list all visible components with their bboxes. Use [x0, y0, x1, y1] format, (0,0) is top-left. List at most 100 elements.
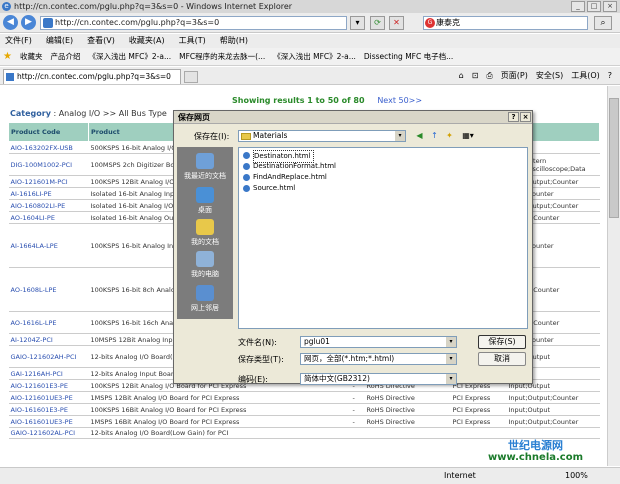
- product-code-link[interactable]: GAI-1216AH-PCI: [8, 367, 89, 380]
- page-icon: [6, 73, 14, 81]
- new-folder-icon[interactable]: ✦: [444, 130, 455, 141]
- product-code-link[interactable]: AI-1664LA-LPE: [8, 223, 89, 268]
- product-code-link[interactable]: AIO-163202FX-USB: [8, 141, 89, 154]
- forward-button[interactable]: ▶: [21, 15, 36, 30]
- place-desktop[interactable]: 桌面: [177, 187, 233, 215]
- my-computer-icon: [196, 251, 214, 267]
- search-input[interactable]: G 康泰克: [423, 16, 588, 30]
- menu-view[interactable]: 查看(V): [87, 34, 115, 48]
- place-computer[interactable]: 我的电脑: [177, 251, 233, 279]
- category-label: Category: [10, 109, 51, 118]
- file-item[interactable]: FindAndReplace.html: [242, 172, 524, 183]
- dialog-close-button[interactable]: ×: [520, 112, 531, 122]
- product-code-link[interactable]: AIO-121601E3-PE: [8, 379, 89, 392]
- dialog-help-button[interactable]: ?: [508, 112, 519, 122]
- product-code-link[interactable]: AO-1608L-LPE: [8, 267, 89, 312]
- menu-help[interactable]: 帮助(H): [220, 34, 248, 48]
- product-code-link[interactable]: GAIO-121602AH-PCI: [8, 345, 89, 368]
- back-icon[interactable]: ◀: [414, 130, 425, 141]
- favorite-item[interactable]: Dissecting MFC 电子档...: [364, 51, 453, 62]
- product-code-link[interactable]: AIO-121601UE3-PE: [8, 391, 89, 404]
- maximize-button[interactable]: □: [587, 1, 601, 12]
- scrollbar-thumb[interactable]: [609, 98, 619, 218]
- table-cell: PCI Express: [450, 391, 507, 404]
- product-code-link[interactable]: AI-1204Z-PCI: [8, 333, 89, 346]
- save-in-select[interactable]: Materials ▾: [238, 130, 406, 142]
- url-text: http://cn.contec.com/pglu.php?q=3&s=0: [55, 18, 220, 27]
- product-code-link[interactable]: AIO-161601UE3-PE: [8, 415, 89, 428]
- save-button[interactable]: 保存(S): [478, 335, 526, 349]
- product-code-link[interactable]: AO-1604LI-PE: [8, 211, 89, 224]
- menu-tools[interactable]: 工具(T): [179, 34, 206, 48]
- product-code-link[interactable]: AI-1616LI-PE: [8, 187, 89, 200]
- favorite-item[interactable]: 产品介绍: [50, 51, 80, 62]
- encoding-value: 简体中文(GB2312): [304, 374, 370, 383]
- tab-current[interactable]: http://cn.contec.com/pglu.php?q=3&s=0: [3, 69, 181, 84]
- page-menu-button[interactable]: 页面(P): [501, 70, 528, 82]
- file-list[interactable]: Destinaton.html DestinationFormat.html F…: [238, 147, 528, 329]
- table-cell: RoHS Directive: [364, 391, 451, 404]
- product-code-link[interactable]: AIO-160802LI-PE: [8, 199, 89, 212]
- minimize-button[interactable]: _: [571, 1, 585, 12]
- close-window-button[interactable]: ×: [603, 1, 617, 12]
- vertical-scrollbar[interactable]: [607, 86, 620, 466]
- column-header: Product Code: [8, 122, 89, 142]
- url-input[interactable]: http://cn.contec.com/pglu.php?q=3&s=0: [40, 16, 347, 30]
- folder-icon: [241, 133, 251, 140]
- encoding-select[interactable]: 简体中文(GB2312) ▾: [300, 373, 457, 385]
- file-item[interactable]: Source.html: [242, 183, 524, 194]
- safety-menu-button[interactable]: 安全(S): [536, 70, 563, 82]
- tools-menu-button[interactable]: 工具(O): [571, 70, 600, 82]
- search-button[interactable]: ⌕: [594, 16, 612, 30]
- file-item[interactable]: DestinationFormat.html: [242, 161, 524, 172]
- up-folder-icon[interactable]: ↑: [429, 130, 440, 141]
- favorite-item[interactable]: 《深入浅出 MFC》2-a...: [273, 51, 356, 62]
- home-icon[interactable]: ⌂: [459, 70, 464, 82]
- new-tab-button[interactable]: [184, 71, 198, 83]
- table-cell: -: [350, 391, 365, 404]
- table-cell: 100KSPS 16Bit Analog I/O Board for PCI E…: [88, 403, 351, 416]
- watermark: 世纪电源网 www.chnela.com: [488, 440, 583, 464]
- address-dropdown-button[interactable]: ▾: [350, 16, 365, 30]
- filetype-value: 网页，全部(*.htm;*.html): [304, 354, 395, 363]
- back-button[interactable]: ◀: [3, 15, 18, 30]
- file-item[interactable]: Destinaton.html: [242, 150, 524, 163]
- table-cell: PCI Express: [450, 415, 507, 428]
- print-icon[interactable]: ⎙: [486, 70, 492, 82]
- place-recent[interactable]: 我最近的文档: [177, 153, 233, 181]
- menu-favorites[interactable]: 收藏夹(A): [129, 34, 165, 48]
- place-documents[interactable]: 我的文档: [177, 219, 233, 247]
- help-icon[interactable]: ?: [608, 70, 612, 82]
- cancel-button[interactable]: 取消: [478, 352, 526, 366]
- table-cell: -: [350, 415, 365, 428]
- menu-file[interactable]: 文件(F): [5, 34, 32, 48]
- results-summary: Showing results 1 to 50 of 80 Next 50>>: [232, 96, 422, 105]
- view-menu-icon[interactable]: ▦▾: [459, 130, 477, 141]
- favorite-item[interactable]: 《深入浅出 MFC》2-a...: [88, 51, 171, 62]
- product-code-link[interactable]: AIO-121601M-PCI: [8, 175, 89, 188]
- place-network[interactable]: 网上邻居: [177, 285, 233, 313]
- place-label: 网上邻居: [191, 304, 219, 312]
- product-code-link[interactable]: AIO-161601E3-PE: [8, 403, 89, 416]
- favorite-item[interactable]: MFC程序的来龙去脉一(...: [179, 51, 265, 62]
- chevron-down-icon: ▾: [446, 354, 456, 364]
- filetype-label: 保存类型(T):: [238, 355, 284, 364]
- filename-field[interactable]: pglu01 ▾: [300, 336, 457, 348]
- menu-edit[interactable]: 编辑(E): [46, 34, 73, 48]
- product-code-link[interactable]: DIG-100M1002-PCI: [8, 153, 89, 176]
- chevron-down-icon: ▾: [395, 131, 405, 141]
- filetype-select[interactable]: 网页，全部(*.htm;*.html) ▾: [300, 353, 457, 365]
- zoom-level[interactable]: 100%: [565, 468, 588, 484]
- refresh-button[interactable]: ⟳: [370, 16, 385, 30]
- table-cell: [364, 427, 451, 439]
- next-page-link[interactable]: Next 50>>: [377, 96, 422, 105]
- feeds-icon[interactable]: ⊡: [472, 70, 479, 82]
- favorites-button[interactable]: 收藏夹: [20, 51, 43, 62]
- product-code-link[interactable]: AO-1616L-LPE: [8, 311, 89, 334]
- table-cell: -: [350, 403, 365, 416]
- product-code-link[interactable]: GAIO-121602AL-PCI: [8, 427, 89, 439]
- search-text: 康泰克: [436, 18, 460, 27]
- table-cell: 12-bits Analog I/O Board(Low Gain) for P…: [88, 427, 351, 439]
- filename-value: pglu01: [304, 337, 330, 346]
- stop-button[interactable]: ✕: [389, 16, 404, 30]
